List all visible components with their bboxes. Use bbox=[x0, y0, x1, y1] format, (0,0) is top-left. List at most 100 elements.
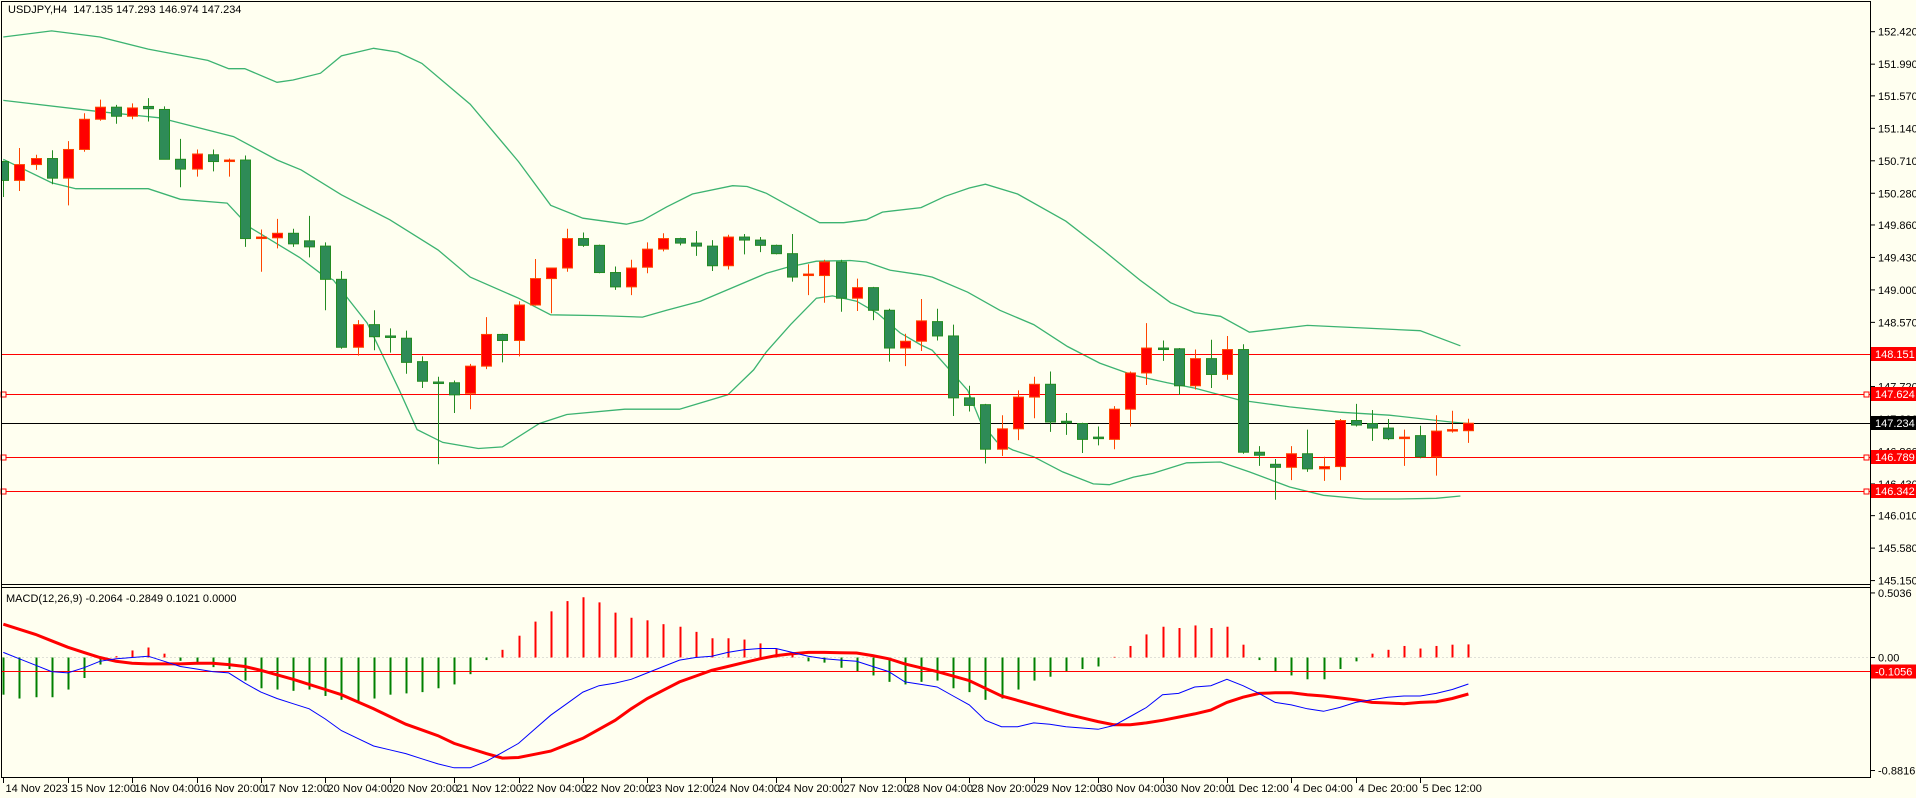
candle-body bbox=[514, 304, 525, 341]
time-tick-label: 30 Nov 04:00 bbox=[1101, 783, 1166, 795]
candle-body bbox=[127, 107, 138, 117]
candle-body bbox=[819, 261, 830, 277]
line-anchor-marker[interactable] bbox=[1863, 454, 1870, 461]
time-tick-label: 29 Nov 12:00 bbox=[1037, 783, 1102, 795]
candle-body bbox=[63, 148, 74, 179]
candle-body bbox=[948, 335, 959, 399]
candle-body bbox=[1045, 383, 1056, 423]
candle-body bbox=[272, 232, 283, 239]
candle-body bbox=[932, 321, 943, 337]
candle-body bbox=[691, 242, 702, 247]
price-badge-label: 147.624 bbox=[1875, 389, 1915, 401]
time-tick-label: 1 Dec 12:00 bbox=[1230, 783, 1289, 795]
candle-body bbox=[336, 278, 347, 348]
price-tick-label: 151.570 bbox=[1878, 91, 1916, 103]
candle-body bbox=[159, 108, 170, 160]
candle-body bbox=[1367, 423, 1378, 429]
candle-body bbox=[771, 244, 782, 255]
macd-info-header: MACD(12,26,9) -0.2064 -0.2849 0.1021 0.0… bbox=[6, 593, 237, 605]
candle-body bbox=[465, 365, 476, 394]
candle-body bbox=[723, 236, 734, 267]
candle-body bbox=[369, 324, 380, 338]
bearish-candle bbox=[336, 271, 347, 349]
candle-body bbox=[626, 267, 637, 288]
macd-tick-label: 0.5036 bbox=[1878, 588, 1912, 600]
line-anchor-marker[interactable] bbox=[1863, 488, 1870, 495]
price-tick-label: 146.010 bbox=[1878, 511, 1916, 523]
time-tick-label: 14 Nov 2023 bbox=[6, 783, 68, 795]
symbol-info-header: USDJPY,H4 147.135 147.293 146.974 147.23… bbox=[8, 4, 242, 16]
price-tick-label: 152.420 bbox=[1878, 27, 1916, 39]
candle-body bbox=[175, 158, 186, 170]
candle-body bbox=[578, 238, 589, 246]
candle-body bbox=[980, 404, 991, 450]
candle-body bbox=[1093, 436, 1104, 440]
candle-body bbox=[916, 320, 927, 342]
candle-body bbox=[304, 240, 315, 248]
candle-body bbox=[1141, 347, 1152, 374]
price-tick-label: 151.990 bbox=[1878, 59, 1916, 71]
time-tick-label: 24 Nov 04:00 bbox=[715, 783, 780, 795]
candle-body bbox=[1029, 383, 1040, 398]
candle-body bbox=[95, 106, 106, 120]
candle-body bbox=[224, 159, 235, 163]
candle-body bbox=[1319, 466, 1330, 470]
candle-body bbox=[997, 428, 1008, 450]
chart-canvas[interactable]: 152.420 151.990 151.570 151.140 150.710 150.2… bbox=[0, 0, 1916, 798]
candle-body bbox=[353, 324, 364, 348]
candle-body bbox=[1254, 451, 1265, 456]
candle-body bbox=[1302, 453, 1313, 470]
candle-body bbox=[417, 361, 428, 382]
candle-body bbox=[1109, 408, 1120, 440]
time-tick-label: 17 Nov 12:00 bbox=[264, 783, 329, 795]
candle-body bbox=[884, 309, 895, 349]
candle-body bbox=[530, 278, 541, 306]
candle-body bbox=[562, 238, 573, 269]
time-tick-label: 28 Nov 20:00 bbox=[972, 783, 1037, 795]
time-tick-label: 30 Nov 20:00 bbox=[1166, 783, 1231, 795]
bearish-candle bbox=[1238, 344, 1249, 454]
candle-body bbox=[1415, 435, 1426, 458]
candle-body bbox=[1463, 422, 1474, 432]
time-tick-label: 23 Nov 12:00 bbox=[650, 783, 715, 795]
candle-body bbox=[964, 397, 975, 406]
macd-level-badge-label: -0.1056 bbox=[1875, 667, 1912, 679]
candle-body bbox=[836, 261, 847, 299]
candle-body bbox=[1125, 372, 1136, 410]
candle-body bbox=[675, 238, 686, 244]
time-tick-label: 4 Dec 20:00 bbox=[1359, 783, 1418, 795]
candle-body bbox=[433, 381, 444, 385]
candle-body bbox=[658, 238, 669, 250]
candle-body bbox=[1270, 463, 1281, 468]
candle-body bbox=[707, 245, 718, 267]
candle-body bbox=[401, 337, 412, 363]
time-tick-label: 4 Dec 04:00 bbox=[1294, 783, 1353, 795]
time-tick-label: 28 Nov 04:00 bbox=[908, 783, 973, 795]
candle-body bbox=[1447, 429, 1458, 432]
candle-body bbox=[1174, 348, 1185, 387]
line-anchor-marker[interactable] bbox=[1863, 391, 1870, 398]
price-tick-label: 149.860 bbox=[1878, 220, 1916, 232]
price-tick-label: 145.150 bbox=[1878, 576, 1916, 588]
candle-body bbox=[868, 287, 879, 311]
bearish-candle bbox=[594, 244, 605, 274]
time-tick-label: 15 Nov 12:00 bbox=[71, 783, 136, 795]
bullish-candle bbox=[723, 234, 734, 270]
candle-body bbox=[1013, 396, 1024, 430]
candle-body bbox=[594, 244, 605, 274]
price-tick-label: 145.580 bbox=[1878, 543, 1916, 555]
candle-body bbox=[47, 158, 58, 179]
candle-body bbox=[31, 158, 42, 166]
candle-body bbox=[642, 248, 653, 268]
macd-tick-label: 0.00 bbox=[1878, 653, 1899, 665]
bearish-candle bbox=[771, 244, 782, 255]
time-tick-label: 21 Nov 12:00 bbox=[457, 783, 522, 795]
candle-body bbox=[900, 340, 911, 349]
candle-body bbox=[739, 236, 750, 241]
candle-body bbox=[208, 154, 219, 163]
candle-body bbox=[143, 105, 154, 110]
time-tick-label: 16 Nov 20:00 bbox=[200, 783, 265, 795]
candle-body bbox=[1383, 427, 1394, 440]
candle-body bbox=[1238, 349, 1249, 453]
price-tick-label: 150.710 bbox=[1878, 156, 1916, 168]
